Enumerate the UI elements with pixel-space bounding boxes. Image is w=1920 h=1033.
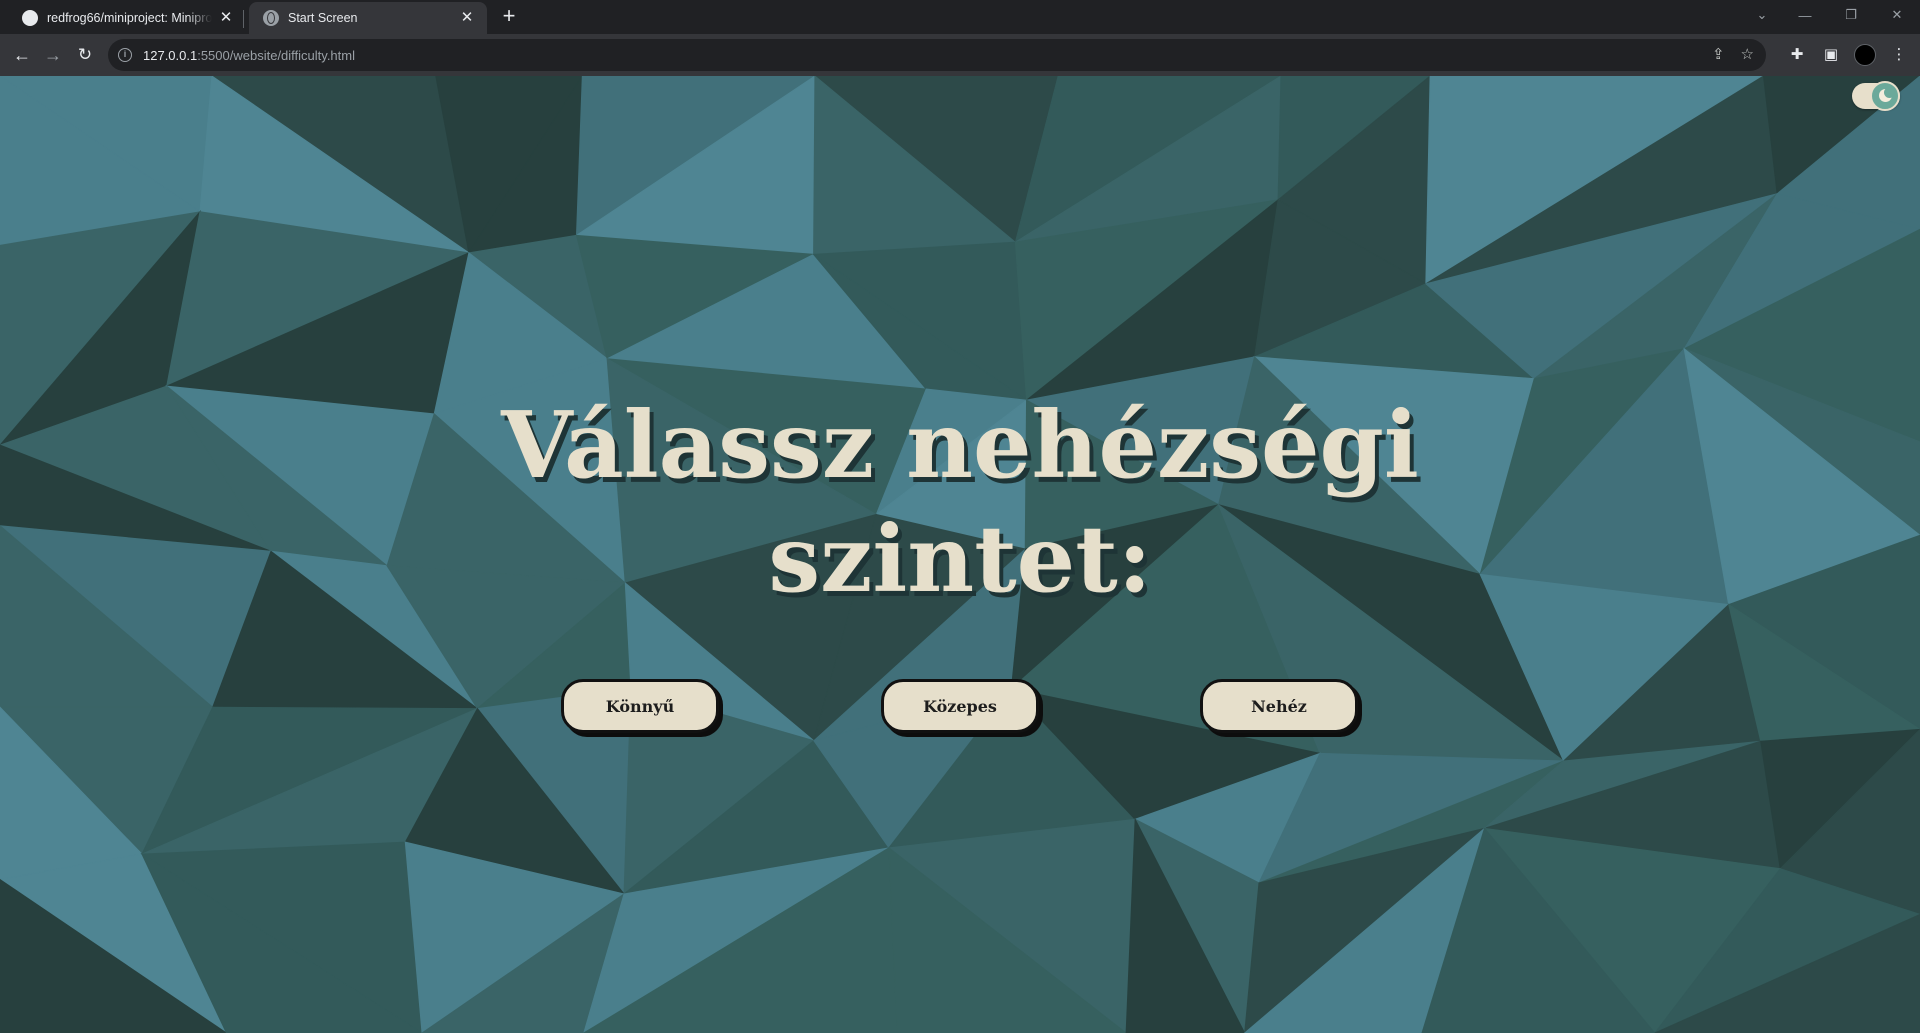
tab-title: redfrog66/miniproject: Miniproject [47,11,212,25]
url-path: :5500/website/difficulty.html [197,47,355,63]
omnibox-actions: ⇪ ☆ [1712,45,1754,63]
back-arrow-icon[interactable]: ← [8,41,36,69]
window-controls: ⌄ — ❐ ✕ [1742,0,1920,30]
new-tab-button[interactable]: + [497,5,521,29]
moon-icon [1879,87,1895,102]
tab-search-icon[interactable]: ⌄ [1742,0,1782,30]
url-host: 127.0.0.1 [143,47,198,63]
globe-icon [263,10,279,26]
page-viewport: Válassz nehézségi szintet: Könnyű Közepe… [0,76,1920,1033]
bookmark-star-icon[interactable]: ☆ [1741,45,1754,63]
tab-divider [243,10,244,28]
info-icon[interactable]: i [118,48,132,62]
tab-title: Start Screen [288,11,358,25]
easy-difficulty-button[interactable]: Könnyű [561,679,719,733]
difficulty-button-group: Könnyű Közepes Nehéz [0,679,1920,737]
window-close-icon[interactable]: ✕ [1874,0,1920,30]
toggle-knob [1870,81,1900,111]
browser-tab-github[interactable]: redfrog66/miniproject: Miniproject ✕ [8,2,246,34]
side-panel-icon[interactable]: ▣ [1818,42,1844,68]
extensions-puzzle-icon[interactable]: ✚ [1784,42,1810,68]
toolbar-actions: ✚ ▣ ⋮ [1784,42,1912,68]
forward-arrow-icon[interactable]: → [39,41,67,69]
restore-icon[interactable]: ❐ [1828,0,1874,30]
minimize-icon[interactable]: — [1782,0,1828,30]
menu-kebab-icon[interactable]: ⋮ [1886,42,1912,68]
browser-toolbar: ← → ↻ i 127.0.0.1:5500/website/difficult… [0,34,1920,76]
browser-tabstrip: redfrog66/miniproject: Miniproject ✕ Sta… [0,0,1920,34]
hard-difficulty-button[interactable]: Nehéz [1200,679,1358,733]
github-icon [22,10,38,26]
address-bar[interactable]: i 127.0.0.1:5500/website/difficulty.html… [108,39,1766,71]
share-icon[interactable]: ⇪ [1712,45,1725,63]
reload-icon[interactable]: ↻ [71,41,99,69]
profile-avatar[interactable] [1854,44,1876,66]
close-icon[interactable]: ✕ [218,10,234,26]
theme-toggle-switch[interactable] [1852,81,1900,111]
page-title-line-2: szintet: [768,505,1152,613]
browser-tab-start-screen[interactable]: Start Screen ✕ [249,2,487,34]
page-title: Válassz nehézségi szintet: [0,388,1920,616]
medium-difficulty-button[interactable]: Közepes [881,679,1039,733]
close-icon[interactable]: ✕ [459,10,475,26]
page-title-line-1: Válassz nehézségi [501,391,1419,499]
